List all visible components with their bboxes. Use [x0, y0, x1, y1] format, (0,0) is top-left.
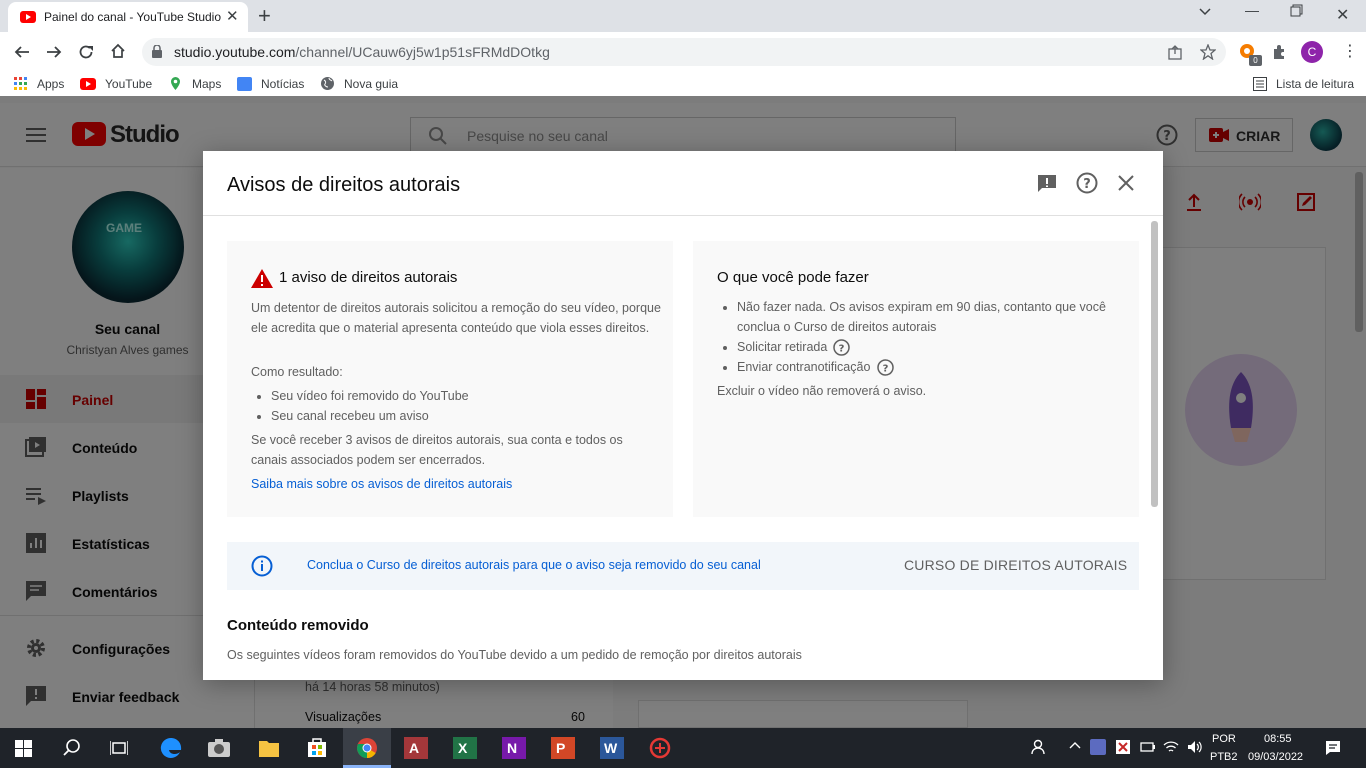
- language-indicator[interactable]: POR: [1212, 733, 1236, 745]
- youtube-bookmark-icon: [80, 78, 96, 90]
- counter-notification-text: Enviar contranotificação: [737, 360, 871, 374]
- wifi-icon[interactable]: [1163, 740, 1179, 754]
- strike-count-heading: 1 aviso de direitos autorais: [279, 269, 458, 286]
- bookmark-nova-guia[interactable]: Nova guia: [344, 77, 398, 91]
- security-tray-icon[interactable]: [1115, 739, 1131, 755]
- dialog-header-divider: [203, 215, 1163, 216]
- list-item: Enviar contranotificação: [737, 357, 1117, 377]
- excel-icon[interactable]: X: [453, 737, 477, 759]
- chrome-icon[interactable]: [356, 737, 378, 759]
- volume-icon[interactable]: [1187, 740, 1203, 754]
- file-explorer-icon[interactable]: [258, 738, 280, 758]
- list-item: Seu canal recebeu um aviso: [271, 406, 661, 426]
- keyboard-layout[interactable]: PTB2: [1210, 751, 1238, 763]
- notification-center-icon[interactable]: [1325, 740, 1341, 756]
- bookmark-maps[interactable]: Maps: [192, 77, 221, 91]
- word-icon[interactable]: W: [600, 737, 624, 759]
- bookmark-apps[interactable]: Apps: [37, 77, 64, 91]
- access-icon[interactable]: A: [404, 737, 428, 759]
- url-text[interactable]: studio.youtube.com/channel/UCauw6yj5w1p5…: [174, 44, 550, 60]
- tab-title: Painel do canal - YouTube Studio: [44, 10, 222, 24]
- clock-time[interactable]: 08:55: [1264, 733, 1292, 745]
- bookmark-noticias[interactable]: Notícias: [261, 77, 304, 91]
- actions-card: O que você pode fazer Não fazer nada. Os…: [693, 241, 1139, 517]
- delete-video-note: Excluir o vídeo não removerá o aviso.: [717, 384, 927, 398]
- request-retraction-text: Solicitar retirada: [737, 340, 828, 354]
- share-icon[interactable]: [1168, 44, 1184, 60]
- removed-content-title: Conteúdo removido: [227, 617, 369, 634]
- antivirus-icon[interactable]: [649, 737, 671, 759]
- actions-heading: O que você pode fazer: [717, 269, 869, 286]
- browser-tab[interactable]: Painel do canal - YouTube Studio ✕: [8, 2, 248, 32]
- camera-app-icon[interactable]: [207, 738, 231, 758]
- people-icon[interactable]: [1031, 739, 1047, 755]
- windows-start-icon[interactable]: [15, 740, 32, 757]
- forward-icon[interactable]: [46, 44, 62, 60]
- back-icon[interactable]: [14, 44, 30, 60]
- store-icon[interactable]: [306, 736, 328, 758]
- search-taskbar-icon[interactable]: [63, 739, 81, 757]
- close-window-icon[interactable]: ✕: [1336, 5, 1349, 25]
- clock-date[interactable]: 09/03/2022: [1248, 751, 1303, 763]
- list-item: Seu vídeo foi removido do YouTube: [271, 386, 661, 406]
- edge-icon[interactable]: [160, 737, 182, 759]
- windows-taskbar: [0, 728, 1366, 768]
- maps-bookmark-icon: [168, 76, 183, 91]
- extensions-puzzle-icon[interactable]: [1272, 44, 1288, 60]
- copyright-strikes-dialog: Avisos de direitos autorais ? 1 aviso de…: [203, 151, 1163, 680]
- onenote-tray-icon[interactable]: [1090, 739, 1106, 755]
- news-bookmark-icon: [237, 77, 252, 91]
- reading-list-link[interactable]: Lista de leitura: [1276, 77, 1354, 91]
- bookmark-youtube[interactable]: YouTube: [105, 77, 152, 91]
- powerpoint-icon[interactable]: P: [551, 737, 575, 759]
- dialog-title: Avisos de direitos autorais: [227, 174, 461, 196]
- bookmark-star-icon[interactable]: [1200, 44, 1216, 60]
- dialog-help-icon[interactable]: ?: [1076, 172, 1098, 194]
- onenote-icon[interactable]: N: [502, 737, 526, 759]
- termination-warning: Se você receber 3 avisos de direitos aut…: [251, 433, 623, 467]
- strike-summary-card: 1 aviso de direitos autorais Um detentor…: [227, 241, 673, 517]
- battery-icon[interactable]: [1140, 740, 1156, 754]
- report-feedback-icon[interactable]: [1037, 174, 1057, 194]
- copyright-school-banner: Conclua o Curso de direitos autorais par…: [227, 542, 1139, 590]
- svg-text:?: ?: [839, 344, 845, 355]
- result-label: Como resultado:: [251, 365, 343, 379]
- chevron-up-icon[interactable]: [1069, 741, 1081, 749]
- removed-content-description: Os seguintes vídeos foram removidos do Y…: [227, 648, 802, 662]
- reading-list-icon: [1253, 77, 1267, 91]
- youtube-studio-favicon-icon: [20, 11, 36, 23]
- warning-icon: [251, 269, 273, 288]
- profile-avatar[interactable]: C: [1301, 41, 1323, 63]
- svg-text:?: ?: [1083, 177, 1091, 192]
- copyright-school-button[interactable]: CURSO DE DIREITOS AUTORAIS: [904, 557, 1127, 573]
- actions-list: Não fazer nada. Os avisos expiram em 90 …: [717, 297, 1117, 377]
- extension-badge: 0: [1249, 55, 1262, 66]
- strike-explanation: Um detentor de direitos autorais solicit…: [251, 301, 661, 335]
- home-icon[interactable]: [110, 43, 126, 59]
- tab-close-icon[interactable]: ✕: [226, 9, 239, 25]
- browser-menu-icon[interactable]: ⋮: [1342, 44, 1358, 60]
- counter-notification-help-icon[interactable]: ?: [877, 359, 894, 376]
- restore-icon[interactable]: [1290, 4, 1303, 17]
- banner-text: Conclua o Curso de direitos autorais par…: [307, 558, 761, 572]
- list-item: Solicitar retirada: [737, 337, 1117, 357]
- reload-icon[interactable]: [78, 44, 94, 60]
- dialog-scrollbar[interactable]: [1151, 221, 1158, 507]
- svg-text:?: ?: [883, 364, 889, 375]
- task-view-icon[interactable]: [110, 740, 128, 756]
- learn-more-link[interactable]: Saiba mais sobre os avisos de direitos a…: [251, 474, 512, 494]
- apps-grid-icon[interactable]: [14, 77, 28, 91]
- list-item: Não fazer nada. Os avisos expiram em 90 …: [737, 297, 1117, 337]
- result-list: Seu vídeo foi removido do YouTube Seu ca…: [251, 386, 661, 426]
- retraction-help-icon[interactable]: ?: [833, 339, 850, 356]
- info-icon: [251, 555, 273, 577]
- globe-icon: [320, 76, 335, 91]
- lock-icon[interactable]: [152, 45, 162, 58]
- dialog-close-icon[interactable]: [1118, 175, 1134, 191]
- minimize-icon[interactable]: —: [1245, 2, 1259, 18]
- new-tab-button[interactable]: +: [258, 3, 271, 29]
- tab-search-icon[interactable]: [1198, 4, 1212, 18]
